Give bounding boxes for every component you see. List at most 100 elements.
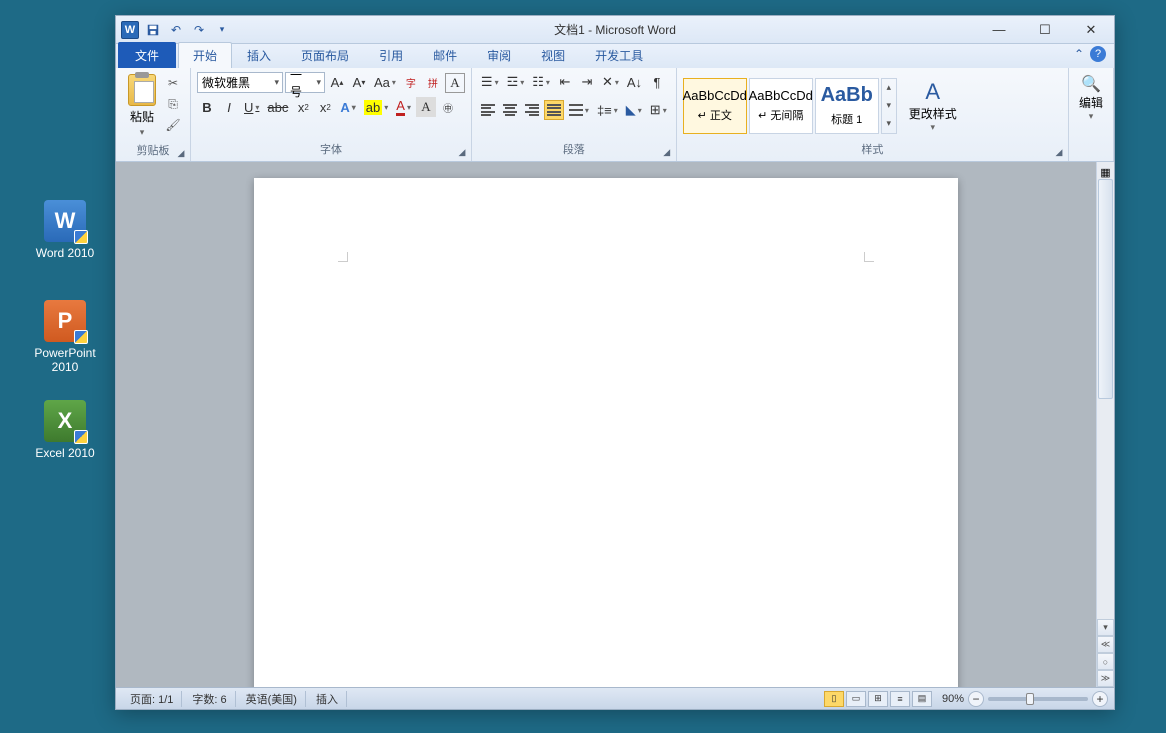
view-full-screen[interactable]: ▭ [846, 691, 866, 707]
tab-file[interactable]: 文件 [118, 42, 176, 68]
editing-menu-button[interactable]: 🔍 编辑 ▾ [1075, 72, 1107, 159]
paste-button[interactable]: 粘贴 ▾ [122, 72, 162, 140]
text-effects-button[interactable]: A [337, 97, 358, 117]
format-painter-button[interactable]: 🖌 [164, 116, 182, 134]
font-size-combo[interactable]: 一号 [285, 72, 325, 93]
char-shading-button[interactable]: A [416, 97, 436, 117]
zoom-out-button[interactable]: − [968, 691, 984, 707]
document-scroll[interactable] [116, 162, 1096, 687]
view-draft[interactable]: ▤ [912, 691, 932, 707]
shading-button[interactable]: ◣ [623, 100, 645, 120]
help-button[interactable]: ? [1090, 46, 1106, 62]
tab-view[interactable]: 视图 [526, 42, 580, 68]
zoom-level[interactable]: 90% [942, 693, 964, 705]
superscript-button[interactable]: x2 [315, 97, 335, 117]
zoom-in-button[interactable]: + [1092, 691, 1108, 707]
font-name-combo[interactable]: 微软雅黑 [197, 72, 283, 93]
align-left-button[interactable] [478, 100, 498, 120]
desktop-icon-powerpoint[interactable]: P PowerPoint 2010 [25, 300, 105, 374]
style-no-spacing[interactable]: AaBbCcDd ↵ 无间隔 [749, 78, 813, 134]
status-page[interactable]: 页面: 1/1 [122, 691, 182, 707]
font-color-button[interactable]: A [393, 97, 414, 117]
highlight-button[interactable]: ab [361, 97, 391, 117]
bold-button[interactable]: B [197, 97, 217, 117]
zoom-slider[interactable] [988, 697, 1088, 701]
paragraph-launcher[interactable]: ◢ [662, 147, 672, 157]
grow-font-button[interactable]: A▴ [327, 73, 347, 93]
word-icon: W [44, 200, 86, 242]
borders-button[interactable]: ⊞ [647, 100, 670, 120]
change-case-button[interactable]: Aa [371, 73, 399, 93]
view-print-layout[interactable]: ▯ [824, 691, 844, 707]
align-center-button[interactable] [500, 100, 520, 120]
italic-button[interactable]: I [219, 97, 239, 117]
style-expand[interactable]: ▾ [882, 115, 896, 133]
redo-button[interactable]: ↷ [189, 20, 209, 40]
style-normal[interactable]: AaBbCcDd ↵ 正文 [683, 78, 747, 134]
group-label-paragraph: 段落◢ [478, 139, 670, 159]
tab-home[interactable]: 开始 [178, 42, 232, 68]
distribute-button[interactable] [566, 100, 592, 120]
scissors-icon: ✂ [168, 76, 178, 90]
enclose-chars-button[interactable]: ㊥ [438, 97, 458, 117]
desktop-icon-word[interactable]: W Word 2010 [25, 200, 105, 260]
subscript-button[interactable]: x2 [293, 97, 313, 117]
view-outline[interactable]: ≡ [890, 691, 910, 707]
tab-review[interactable]: 审阅 [472, 42, 526, 68]
save-button[interactable] [143, 20, 163, 40]
app-menu-button[interactable]: W [120, 20, 140, 40]
numbering-button[interactable]: ☲ [504, 72, 528, 92]
style-scroll-up[interactable]: ▴ [882, 79, 896, 97]
tab-page-layout[interactable]: 页面布局 [286, 42, 364, 68]
prev-page-button[interactable]: ≪ [1097, 636, 1114, 653]
qat-customize-button[interactable]: ▾ [212, 20, 232, 40]
status-words[interactable]: 字数: 6 [184, 691, 235, 707]
undo-button[interactable]: ↶ [166, 20, 186, 40]
copy-button[interactable]: ⎘ [164, 95, 182, 113]
scroll-thumb[interactable] [1098, 179, 1113, 399]
align-right-button[interactable] [522, 100, 542, 120]
styles-launcher[interactable]: ◢ [1054, 147, 1064, 157]
cut-button[interactable]: ✂ [164, 74, 182, 92]
clear-formatting-button[interactable]: A [445, 73, 465, 93]
scroll-down-button[interactable]: ▾ [1097, 619, 1114, 636]
tab-references[interactable]: 引用 [364, 42, 418, 68]
line-spacing-button[interactable]: ‡≡ [594, 100, 621, 120]
increase-indent-button[interactable]: ⇥ [577, 72, 597, 92]
bullets-button[interactable]: ☰ [478, 72, 502, 92]
tab-mailings[interactable]: 邮件 [418, 42, 472, 68]
tab-insert[interactable]: 插入 [232, 42, 286, 68]
zoom-slider-thumb[interactable] [1026, 693, 1034, 705]
scroll-track[interactable] [1097, 179, 1114, 619]
strikethrough-button[interactable]: abc [264, 97, 291, 117]
status-mode[interactable]: 插入 [308, 691, 347, 707]
sort-button[interactable]: A↓ [624, 72, 645, 92]
show-hide-button[interactable]: ¶ [647, 72, 667, 92]
style-scroll-down[interactable]: ▾ [882, 97, 896, 115]
change-styles-button[interactable]: A 更改样式 ▾ [903, 77, 963, 135]
multilevel-list-button[interactable]: ☷ [529, 72, 553, 92]
phonetic-guide-button[interactable]: 字 [401, 73, 421, 93]
underline-button[interactable]: U [241, 97, 262, 117]
tab-developer[interactable]: 开发工具 [580, 42, 658, 68]
maximize-button[interactable]: ☐ [1022, 18, 1068, 42]
minimize-button[interactable]: ― [976, 18, 1022, 42]
style-gallery: AaBbCcDd ↵ 正文 AaBbCcDd ↵ 无间隔 AaBb 标题 1 ▴… [683, 78, 897, 134]
next-page-button[interactable]: ≫ [1097, 670, 1114, 687]
clipboard-launcher[interactable]: ◢ [176, 148, 186, 158]
font-launcher[interactable]: ◢ [457, 147, 467, 157]
asian-layout-button[interactable]: ✕ [599, 72, 622, 92]
char-border-button[interactable]: 拼 [423, 73, 443, 93]
browse-object-button[interactable]: ○ [1097, 653, 1114, 670]
shrink-font-button[interactable]: A▾ [349, 73, 369, 93]
close-button[interactable]: ✕ [1068, 18, 1114, 42]
view-web-layout[interactable]: ⊞ [868, 691, 888, 707]
decrease-indent-button[interactable]: ⇤ [555, 72, 575, 92]
style-heading1[interactable]: AaBb 标题 1 [815, 78, 879, 134]
document-page[interactable] [254, 178, 958, 687]
status-language[interactable]: 英语(美国) [238, 691, 306, 707]
ribbon-collapse-button[interactable]: ⌃ [1074, 47, 1084, 61]
desktop-icon-excel[interactable]: X Excel 2010 [25, 400, 105, 460]
justify-button[interactable] [544, 100, 564, 120]
group-font: 微软雅黑 一号 A▴ A▾ Aa 字 拼 A B I U abc x2 x2 A [191, 68, 472, 161]
